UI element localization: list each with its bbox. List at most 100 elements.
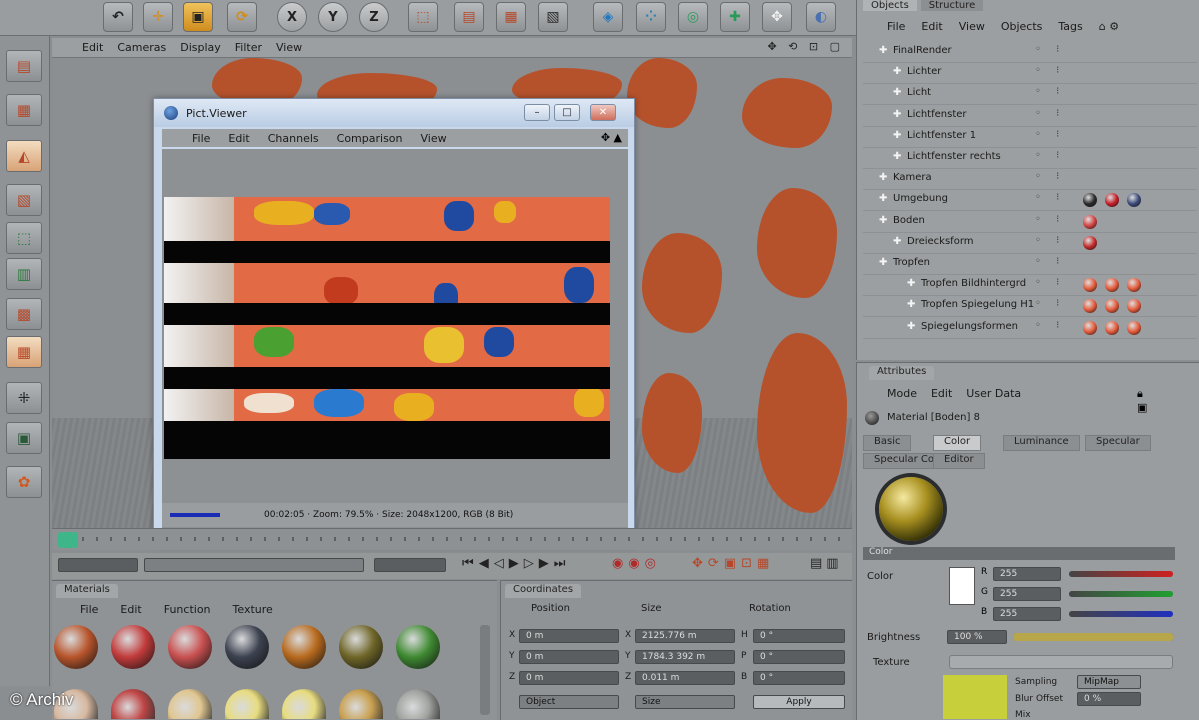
close-button[interactable]: ✕ (590, 104, 616, 121)
material-sphere[interactable] (339, 625, 383, 669)
object-row[interactable]: ✚ Tropfen Bildhintergrd ◦ ⁝ (863, 275, 1197, 297)
timeline-options[interactable]: ▤▥ (810, 556, 843, 571)
sampling-dropdown[interactable]: MipMap (1077, 675, 1141, 689)
object-name[interactable]: Tropfen (893, 257, 930, 268)
objects-nav-icons[interactable]: ⌂ ⚙ (1099, 20, 1119, 33)
color-swatch[interactable] (949, 567, 975, 605)
channel-slider[interactable] (1069, 591, 1173, 597)
workplane-button[interactable]: ✿ (6, 466, 42, 498)
objects-menu-objects[interactable]: Objects (1001, 20, 1043, 33)
viewport-menu-display[interactable]: Display (180, 41, 221, 54)
visibility-toggles[interactable]: ◦ ⁝ (1035, 192, 1065, 203)
attr-tab-color[interactable]: Color (933, 435, 982, 451)
pos-z-field[interactable]: 0 m (519, 671, 619, 685)
rot-p-field[interactable]: 0 ° (753, 650, 845, 664)
material-sphere[interactable] (54, 625, 98, 669)
playback-controls[interactable]: ⏮◀◁▶▷▶⏭ (462, 556, 570, 571)
channel-slider[interactable] (1069, 571, 1173, 577)
edges-mode-button[interactable]: ▥ (6, 258, 42, 290)
rot-b-field[interactable]: 0 ° (753, 671, 845, 685)
object-row[interactable]: ✚ Boden ◦ ⁝ (863, 212, 1197, 233)
visibility-toggles[interactable]: ◦ ⁝ (1035, 129, 1065, 140)
material-tag[interactable] (1127, 193, 1141, 208)
object-row[interactable]: ✚ Kamera ◦ ⁝ (863, 169, 1197, 191)
minimize-button[interactable]: – (524, 104, 550, 121)
object-row[interactable]: ✚ Lichtfenster rechts ◦ ⁝ (863, 148, 1197, 169)
attributes-lock-icon[interactable]: 🔒︎ ▣ (1137, 387, 1147, 414)
material-sphere[interactable] (168, 689, 212, 719)
pv-menu-edit[interactable]: Edit (228, 132, 249, 145)
object-name[interactable]: Lichter (907, 66, 941, 77)
material-sphere[interactable] (396, 625, 440, 669)
visibility-toggles[interactable]: ◦ ⁝ (1035, 44, 1065, 55)
object-name[interactable]: Licht (907, 87, 931, 98)
object-row[interactable]: ✚ Dreiecksform ◦ ⁝ (863, 233, 1197, 254)
channel-field[interactable]: 255 (993, 567, 1061, 581)
object-name[interactable]: Tropfen Spiegelung H1 (921, 299, 1034, 310)
nurbs-button[interactable]: ◎ (678, 2, 708, 32)
visibility-toggles[interactable]: ◦ ⁝ (1035, 86, 1065, 97)
pos-y-field[interactable]: 0 m (519, 650, 619, 664)
x-axis-button[interactable]: X (277, 2, 307, 32)
attributes-menu-user-data[interactable]: User Data (966, 387, 1021, 400)
visibility-toggles[interactable]: ◦ ⁝ (1035, 256, 1065, 267)
object-name[interactable]: Umgebung (893, 193, 948, 204)
material-tag[interactable] (1083, 193, 1097, 208)
materials-tab[interactable]: Materials (56, 584, 118, 598)
pv-menu-channels[interactable]: Channels (268, 132, 319, 145)
attr-tab-luminance[interactable]: Luminance (1003, 435, 1080, 451)
viewport-nav-icons[interactable]: ✥ ⟲ ⊡ ▢ (767, 40, 844, 53)
object-name[interactable]: Lichtfenster (907, 109, 967, 120)
material-tag[interactable] (1105, 299, 1119, 314)
object-name[interactable]: Kamera (893, 172, 932, 183)
viewport-menu-filter[interactable]: Filter (235, 41, 262, 54)
pv-menu-view[interactable]: View (421, 132, 447, 145)
tab-structure[interactable]: Structure (920, 0, 984, 11)
visibility-toggles[interactable]: ◦ ⁝ (1035, 150, 1065, 161)
object-row[interactable]: ✚ Lichtfenster ◦ ⁝ (863, 106, 1197, 127)
render-view-button[interactable]: ▤ (454, 2, 484, 32)
object-row[interactable]: ✚ Tropfen Spiegelung H1 ◦ ⁝ (863, 296, 1197, 318)
object-name[interactable]: Lichtfenster 1 (907, 130, 976, 141)
cube-button[interactable]: ◈ (593, 2, 623, 32)
size-z-field[interactable]: 0.011 m (635, 671, 735, 685)
material-sphere[interactable] (225, 689, 269, 719)
material-sphere[interactable] (282, 689, 326, 719)
material-tag[interactable] (1083, 278, 1097, 293)
objects-menu-tags[interactable]: Tags (1058, 20, 1082, 33)
rot-h-field[interactable]: 0 ° (753, 629, 845, 643)
materials-menu-edit[interactable]: Edit (120, 603, 141, 616)
record-keys-controls[interactable]: ◉◉◎ (612, 556, 661, 571)
object-row[interactable]: ✚ Spiegelungsformen ◦ ⁝ (863, 318, 1197, 339)
object-name[interactable]: Lichtfenster rechts (907, 151, 1001, 162)
z-axis-button[interactable]: Z (359, 2, 389, 32)
render-picture-viewer-button[interactable]: ▦ (496, 2, 526, 32)
array-button[interactable]: ✚ (720, 2, 750, 32)
visibility-toggles[interactable]: ◦ ⁝ (1035, 320, 1065, 331)
size-y-field[interactable]: 1784.3 392 m (635, 650, 735, 664)
visibility-toggles[interactable]: ◦ ⁝ (1035, 214, 1065, 225)
material-sphere[interactable] (339, 689, 383, 719)
object-name[interactable]: Spiegelungsformen (921, 321, 1018, 332)
viewport-menu-cameras[interactable]: Cameras (117, 41, 166, 54)
brightness-field[interactable]: 100 % (947, 630, 1007, 644)
material-sphere[interactable] (396, 689, 440, 719)
material-tag[interactable] (1105, 278, 1119, 293)
end-frame-field[interactable] (374, 558, 446, 572)
frame-range-slider[interactable] (144, 558, 364, 572)
brightness-slider[interactable] (1013, 633, 1173, 641)
object-row[interactable]: ✚ Umgebung ◦ ⁝ (863, 190, 1197, 212)
visibility-toggles[interactable]: ◦ ⁝ (1035, 171, 1065, 182)
object-name[interactable]: Boden (893, 215, 925, 226)
attr-tab-specular[interactable]: Specular (1085, 435, 1151, 451)
picture-viewer-titlebar[interactable]: Pict.Viewer – □ ✕ (154, 99, 634, 127)
attributes-menu-mode[interactable]: Mode (887, 387, 917, 400)
objects-menu-view[interactable]: View (959, 20, 985, 33)
spline-button[interactable]: ⁘ (636, 2, 666, 32)
rotate-button[interactable]: ⟳ (227, 2, 257, 32)
coordinate-mode-dropdown[interactable]: Object (519, 695, 619, 709)
materials-menu-texture[interactable]: Texture (233, 603, 273, 616)
material-tag[interactable] (1127, 299, 1141, 314)
color-section-header[interactable]: Color (863, 547, 1175, 560)
object-row[interactable]: ✚ Tropfen ◦ ⁝ (863, 254, 1197, 275)
